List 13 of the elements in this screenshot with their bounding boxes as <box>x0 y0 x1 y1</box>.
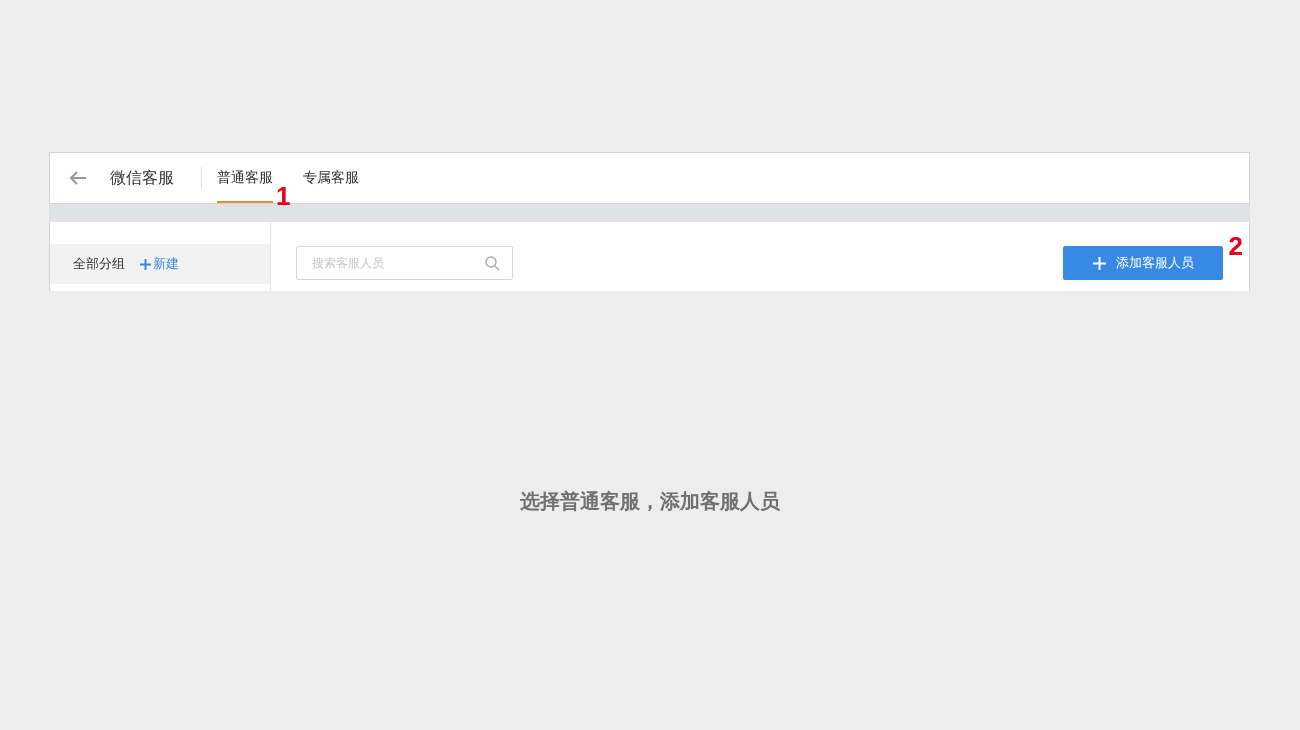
search-icon[interactable] <box>485 256 500 271</box>
plus-icon <box>140 258 151 270</box>
group-label: 全部分组 <box>73 255 125 274</box>
page-title: 微信客服 <box>110 168 174 188</box>
annotation-number: 2 <box>1228 233 1243 259</box>
annotation-number: 1 <box>276 183 291 209</box>
plus-icon <box>1092 256 1106 270</box>
new-group-link[interactable]: 新建 <box>140 254 179 274</box>
add-staff-button[interactable]: 添加客服人员 <box>1063 246 1223 280</box>
group-row[interactable]: 全部分组 新建 <box>50 244 270 284</box>
caption: 选择普通客服，添加客服人员 <box>520 490 780 512</box>
tab[interactable]: 专属客服 <box>303 153 359 203</box>
back-arrow-icon[interactable] <box>70 171 87 185</box>
